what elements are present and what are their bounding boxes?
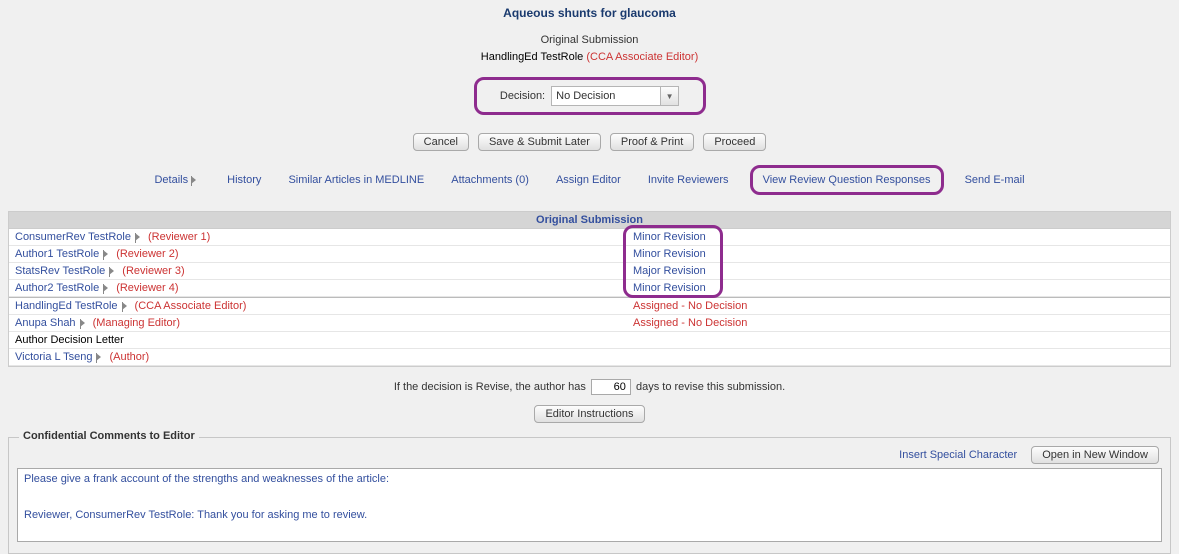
status-link[interactable]: Major Revision bbox=[633, 265, 706, 277]
submission-header: Original Submission HandlingEd TestRole … bbox=[0, 32, 1179, 65]
revise-days-input[interactable] bbox=[591, 379, 631, 395]
person-link[interactable]: Anupa Shah bbox=[15, 317, 76, 329]
cancel-button[interactable]: Cancel bbox=[413, 133, 469, 151]
decision-box: Decision: No Decision ▼ bbox=[474, 77, 706, 115]
person-link[interactable]: Author2 TestRole bbox=[15, 282, 99, 294]
dropdown-icon[interactable]: ▼ bbox=[660, 87, 678, 105]
person-link[interactable]: Author1 TestRole bbox=[15, 248, 99, 260]
person-link[interactable]: ConsumerRev TestRole bbox=[15, 231, 131, 243]
table-cell-name: HandlingEd TestRole (CCA Associate Editor… bbox=[9, 298, 627, 314]
flag-icon[interactable] bbox=[122, 302, 131, 311]
editor-instructions-button[interactable]: Editor Instructions bbox=[534, 405, 644, 423]
revise-line: If the decision is Revise, the author ha… bbox=[0, 379, 1179, 395]
proof-print-button[interactable]: Proof & Print bbox=[610, 133, 694, 151]
view-review-responses-link[interactable]: View Review Question Responses bbox=[750, 165, 944, 195]
person-role: (Reviewer 3) bbox=[122, 265, 184, 277]
table-cell-status: Major Revision bbox=[627, 263, 1170, 279]
status-link[interactable]: Minor Revision bbox=[633, 282, 706, 294]
status-link[interactable]: Minor Revision bbox=[633, 248, 706, 260]
invite-reviewers-link[interactable]: Invite Reviewers bbox=[648, 174, 729, 186]
table-cell-name: Author Decision Letter bbox=[9, 332, 627, 348]
table-cell-name: ConsumerRev TestRole (Reviewer 1) bbox=[9, 229, 627, 245]
table-cell-status bbox=[627, 349, 1170, 365]
table-row: HandlingEd TestRole (CCA Associate Editor… bbox=[9, 297, 1170, 315]
flag-icon[interactable] bbox=[103, 250, 112, 259]
table-row: StatsRev TestRole (Reviewer 3) Major Revis… bbox=[9, 263, 1170, 280]
flag-icon[interactable] bbox=[135, 233, 144, 242]
status-text: Assigned - No Decision bbox=[633, 300, 747, 312]
editor-instructions-row: Editor Instructions bbox=[0, 405, 1179, 423]
person-role: (Reviewer 4) bbox=[116, 282, 178, 294]
history-link[interactable]: History bbox=[227, 174, 261, 186]
decision-label: Decision: bbox=[500, 90, 545, 102]
insert-special-char-link[interactable]: Insert Special Character bbox=[899, 449, 1017, 461]
confidential-comments-fieldset: Confidential Comments to Editor Insert S… bbox=[8, 437, 1171, 554]
table-row: Author1 TestRole (Reviewer 2) Minor Revisi… bbox=[9, 246, 1170, 263]
table-cell-status: Assigned - No Decision bbox=[627, 315, 1170, 331]
person-role: (Author) bbox=[109, 351, 149, 363]
revise-suffix: days to revise this submission. bbox=[636, 381, 785, 393]
nav-link-row: Details History Similar Articles in MEDL… bbox=[0, 165, 1179, 195]
flag-icon bbox=[191, 176, 200, 185]
table-header: Original Submission bbox=[9, 212, 1170, 229]
flag-icon[interactable] bbox=[109, 267, 118, 276]
person-role: (Reviewer 2) bbox=[116, 248, 178, 260]
decision-select[interactable]: No Decision ▼ bbox=[551, 86, 679, 106]
table-row: Author Decision Letter bbox=[9, 332, 1170, 349]
table-cell-status: Minor Revision bbox=[627, 280, 1170, 296]
person-role: (Managing Editor) bbox=[93, 317, 180, 329]
table-cell-status bbox=[627, 332, 1170, 348]
person-link[interactable]: Victoria L Tseng bbox=[15, 351, 92, 363]
submission-table: Original Submission ConsumerRev TestRole… bbox=[8, 211, 1171, 367]
table-row: Author2 TestRole (Reviewer 4) Minor Revisi… bbox=[9, 280, 1170, 297]
flag-icon[interactable] bbox=[80, 319, 89, 328]
page-title: Aqueous shunts for glaucoma bbox=[0, 0, 1179, 20]
row-plain-text: Author Decision Letter bbox=[15, 334, 124, 346]
table-cell-name: Author2 TestRole (Reviewer 4) bbox=[9, 280, 627, 296]
person-role: (CCA Associate Editor) bbox=[135, 300, 247, 312]
table-cell-status: Minor Revision bbox=[627, 246, 1170, 262]
handling-editor-line: HandlingEd TestRole (CCA Associate Edito… bbox=[0, 49, 1179, 66]
action-button-row: Cancel Save & Submit Later Proof & Print… bbox=[0, 133, 1179, 151]
proceed-button[interactable]: Proceed bbox=[703, 133, 766, 151]
submission-type: Original Submission bbox=[0, 32, 1179, 49]
table-cell-status: Assigned - No Decision bbox=[627, 298, 1170, 314]
table-row: Anupa Shah (Managing Editor) Assigned - No… bbox=[9, 315, 1170, 332]
status-text: Assigned - No Decision bbox=[633, 317, 747, 329]
revise-prefix: If the decision is Revise, the author ha… bbox=[394, 381, 586, 393]
similar-articles-link[interactable]: Similar Articles in MEDLINE bbox=[288, 174, 424, 186]
table-cell-name: Victoria L Tseng (Author) bbox=[9, 349, 627, 365]
handling-editor-name: HandlingEd TestRole bbox=[481, 51, 584, 63]
assign-editor-link[interactable]: Assign Editor bbox=[556, 174, 621, 186]
table-row: ConsumerRev TestRole (Reviewer 1) Minor Re… bbox=[9, 229, 1170, 246]
open-new-window-button[interactable]: Open in New Window bbox=[1031, 446, 1159, 464]
details-link[interactable]: Details bbox=[154, 174, 200, 186]
person-link[interactable]: StatsRev TestRole bbox=[15, 265, 105, 277]
send-email-link[interactable]: Send E-mail bbox=[965, 174, 1025, 186]
table-row: Victoria L Tseng (Author) bbox=[9, 349, 1170, 366]
table-cell-name: StatsRev TestRole (Reviewer 3) bbox=[9, 263, 627, 279]
handling-editor-role: (CCA Associate Editor) bbox=[586, 51, 698, 63]
table-cell-status: Minor Revision bbox=[627, 229, 1170, 245]
flag-icon[interactable] bbox=[103, 284, 112, 293]
flag-icon[interactable] bbox=[96, 353, 105, 362]
table-cell-name: Anupa Shah (Managing Editor) bbox=[9, 315, 627, 331]
comments-textarea[interactable] bbox=[17, 468, 1162, 542]
table-cell-name: Author1 TestRole (Reviewer 2) bbox=[9, 246, 627, 262]
attachments-link[interactable]: Attachments (0) bbox=[451, 174, 529, 186]
decision-value: No Decision bbox=[552, 90, 660, 102]
save-submit-later-button[interactable]: Save & Submit Later bbox=[478, 133, 601, 151]
status-link[interactable]: Minor Revision bbox=[633, 231, 706, 243]
person-role: (Reviewer 1) bbox=[148, 231, 210, 243]
comments-legend: Confidential Comments to Editor bbox=[19, 430, 199, 442]
person-link[interactable]: HandlingEd TestRole bbox=[15, 300, 118, 312]
comments-toolbar: Insert Special Character Open in New Win… bbox=[17, 446, 1162, 464]
